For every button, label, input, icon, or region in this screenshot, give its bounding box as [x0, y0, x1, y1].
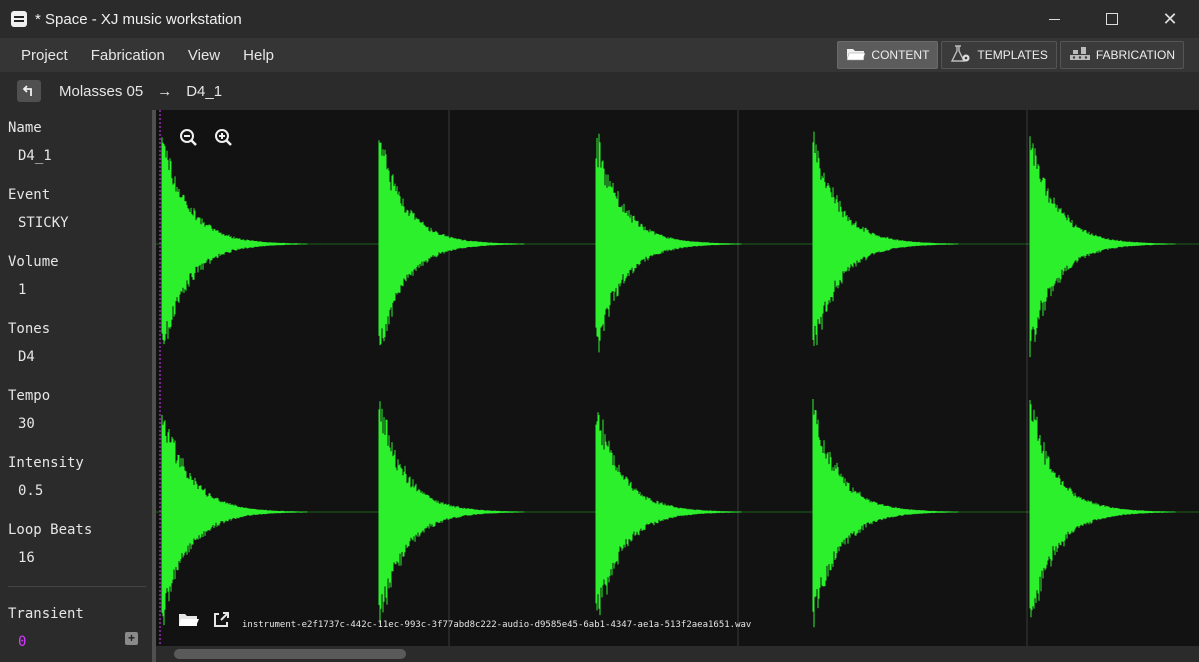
menu-project[interactable]: Project	[10, 47, 79, 64]
templates-mode-label: TEMPLATES	[977, 48, 1048, 62]
horizontal-scrollbar[interactable]	[156, 646, 1199, 662]
name-value[interactable]: D4_1	[18, 148, 52, 164]
waveform-hit	[161, 414, 308, 626]
zoom-out-button[interactable]	[179, 128, 199, 148]
waveform-hit	[595, 412, 742, 616]
properties-sidebar: Name D4_1 Event STICKY Volume 1 Tones D4…	[0, 110, 152, 662]
content-mode-button[interactable]: CONTENT	[837, 41, 939, 69]
field-label: Tempo	[8, 388, 51, 404]
divider	[8, 586, 146, 587]
fabrication-icon	[1069, 46, 1091, 65]
waveform-hit	[1029, 136, 1176, 358]
event-value[interactable]: STICKY	[18, 215, 69, 231]
window-title: * Space - XJ music workstation	[35, 10, 242, 28]
back-arrow-icon	[22, 85, 32, 96]
flask-gear-icon	[950, 44, 972, 66]
audio-file-name: instrument-e2f1737c-442c-11ec-993c-3f77a…	[242, 620, 752, 630]
field-label: Tones	[8, 321, 51, 337]
app-logo-icon	[11, 11, 27, 27]
fabrication-mode-label: FABRICATION	[1095, 48, 1175, 62]
breadcrumb-arrow: →	[157, 82, 173, 100]
minimize-button[interactable]	[1025, 0, 1083, 38]
zoom-in-icon	[215, 129, 232, 146]
waveform-view[interactable]: instrument-e2f1737c-442c-11ec-993c-3f77a…	[156, 110, 1199, 646]
field-tones: Tones D4	[8, 321, 50, 365]
back-button[interactable]	[17, 80, 41, 102]
zoom-in-button[interactable]	[214, 128, 234, 148]
menu-view[interactable]: View	[177, 47, 231, 64]
maximize-button[interactable]	[1083, 0, 1141, 38]
waveform-canvas	[156, 110, 1199, 646]
transient-value[interactable]: 0	[18, 634, 84, 650]
waveform-hit	[812, 131, 959, 346]
field-tempo: Tempo 30	[8, 388, 50, 432]
close-button[interactable]: ✕	[1141, 0, 1199, 38]
intensity-value[interactable]: 0.5	[18, 483, 84, 499]
field-label: Name	[8, 120, 42, 136]
loop-beats-value[interactable]: 16	[18, 550, 92, 566]
menu-bar: Project Fabrication View Help CONTENT TE…	[0, 38, 1199, 72]
mode-switcher: CONTENT TEMPLATES FABRICATION	[837, 41, 1184, 69]
folder-icon	[846, 46, 866, 65]
scrollbar-thumb[interactable]	[174, 649, 406, 659]
add-transient-button[interactable]: +	[125, 632, 138, 645]
waveform-hit	[161, 137, 308, 345]
tones-value[interactable]: D4	[18, 349, 50, 365]
menu-fabrication[interactable]: Fabrication	[80, 47, 176, 64]
window-controls: ✕	[1025, 0, 1199, 38]
volume-value[interactable]: 1	[18, 282, 59, 298]
field-volume: Volume 1	[8, 254, 59, 298]
waveform-hit	[812, 399, 959, 628]
waveform-hit	[378, 140, 525, 346]
templates-mode-button[interactable]: TEMPLATES	[941, 41, 1057, 69]
tempo-value[interactable]: 30	[18, 416, 50, 432]
field-event: Event STICKY	[8, 187, 69, 231]
field-loop-beats: Loop Beats 16	[8, 522, 92, 566]
field-intensity: Intensity 0.5	[8, 455, 84, 499]
external-link-icon	[214, 612, 229, 627]
waveform-hit	[378, 401, 525, 624]
waveform-hit	[1029, 400, 1176, 618]
field-name: Name D4_1	[8, 120, 52, 164]
folder-open-icon	[179, 614, 199, 626]
field-label: Volume	[8, 254, 59, 270]
field-label: Transient	[8, 606, 84, 622]
zoom-out-icon	[180, 129, 197, 146]
field-label: Loop Beats	[8, 522, 93, 538]
title-bar: * Space - XJ music workstation ✕	[0, 0, 1199, 38]
menu-help[interactable]: Help	[232, 47, 285, 64]
breadcrumb: Molasses 05 → D4_1	[0, 72, 1199, 110]
field-label: Event	[8, 187, 51, 203]
field-transient: Transient 0	[8, 606, 84, 650]
waveform-hit	[595, 133, 742, 353]
breadcrumb-parent-link[interactable]: Molasses 05	[59, 83, 143, 100]
field-label: Intensity	[8, 455, 84, 471]
breadcrumb-current: D4_1	[186, 82, 223, 100]
content-mode-label: CONTENT	[871, 48, 930, 62]
fabrication-mode-button[interactable]: FABRICATION	[1059, 41, 1184, 69]
